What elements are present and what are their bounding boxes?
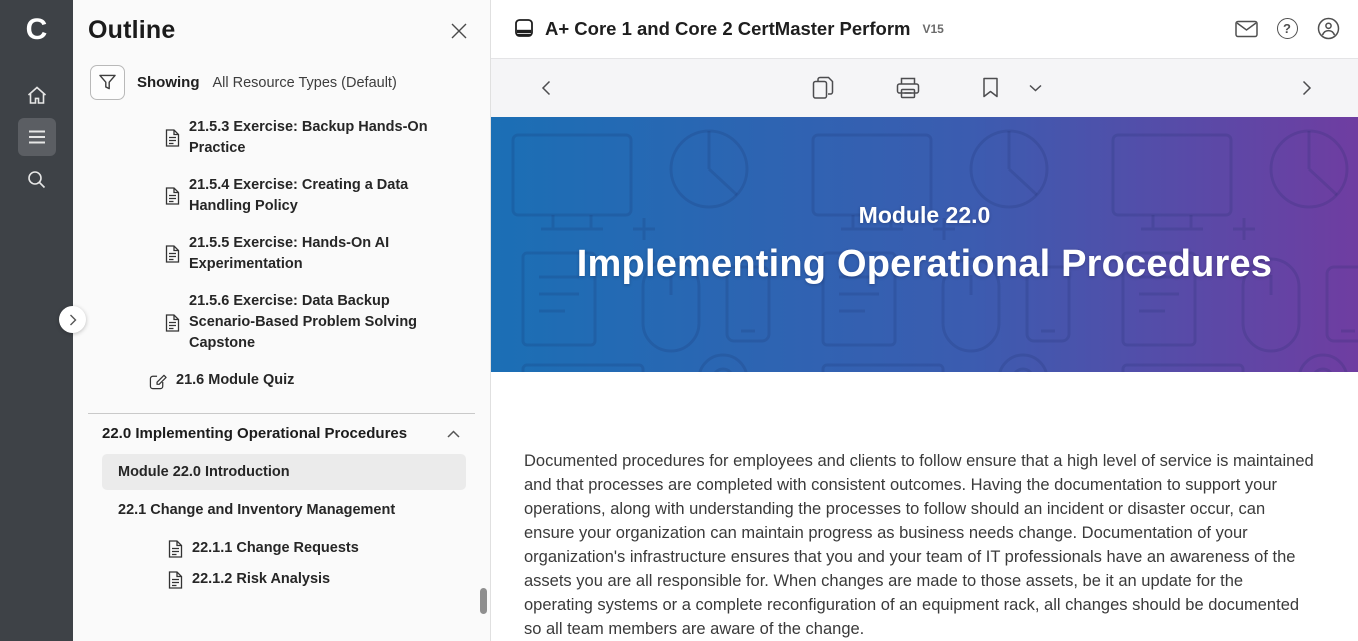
home-button[interactable] — [18, 76, 56, 114]
previous-page-button[interactable] — [535, 74, 557, 102]
filter-showing-label: Showing — [137, 74, 200, 91]
document-icon — [165, 129, 180, 147]
outline-item-label: 21.6 Module Quiz — [176, 370, 294, 391]
filter-funnel-icon — [98, 74, 117, 91]
document-icon — [168, 571, 183, 589]
hero-module-title: Implementing Operational Procedures — [577, 243, 1272, 286]
document-icon — [165, 314, 180, 332]
section-label: 22.0 Implementing Operational Procedures — [102, 425, 407, 442]
messages-button[interactable] — [1234, 17, 1258, 41]
outline-item-label: 21.5.6 Exercise: Data Backup Scenario-Ba… — [189, 291, 450, 354]
account-icon — [1317, 17, 1340, 40]
menu-icon — [28, 130, 46, 144]
outline-item-selected[interactable]: Module 22.0 Introduction — [102, 454, 466, 490]
bookmark-button[interactable] — [976, 71, 1005, 104]
hero-module-label: Module 22.0 — [859, 202, 991, 229]
close-icon — [450, 22, 468, 40]
bookmark-icon — [982, 77, 999, 98]
panel-collapse-handle[interactable] — [59, 306, 86, 333]
lesson-paragraph: Documented procedures for employees and … — [524, 449, 1316, 641]
chevron-right-icon — [69, 314, 77, 326]
document-icon — [168, 540, 183, 558]
chevron-down-icon — [1029, 84, 1042, 92]
document-icon — [165, 245, 180, 263]
filter-button[interactable] — [90, 65, 125, 100]
outline-item[interactable]: 22.1.1 Change Requests — [168, 538, 450, 559]
course-version-badge: V15 — [923, 22, 944, 36]
outline-item-label: 22.1.2 Risk Analysis — [192, 569, 330, 590]
outline-item-label: 22.1.1 Change Requests — [192, 538, 359, 559]
filter-value: All Resource Types (Default) — [213, 75, 397, 91]
outline-divider — [88, 413, 475, 414]
copy-icon — [812, 76, 834, 100]
main-area: A+ Core 1 and Core 2 CertMaster Perform … — [491, 0, 1358, 641]
brand-logo: C — [17, 10, 57, 50]
help-button[interactable]: ? — [1275, 17, 1299, 41]
filter-row: Showing All Resource Types (Default) — [90, 65, 490, 100]
outline-item-quiz[interactable]: 21.6 Module Quiz — [149, 370, 450, 391]
printer-icon — [896, 77, 920, 99]
search-button[interactable] — [18, 160, 56, 198]
module-hero-banner: Module 22.0 Implementing Operational Pro… — [491, 117, 1358, 372]
mail-icon — [1235, 20, 1258, 38]
rail-nav — [18, 76, 56, 198]
course-header: A+ Core 1 and Core 2 CertMaster Perform … — [491, 0, 1358, 59]
print-button[interactable] — [890, 71, 926, 105]
outline-item[interactable]: 22.1.2 Risk Analysis — [168, 569, 450, 590]
chevron-right-icon — [1302, 80, 1312, 96]
document-icon — [165, 187, 180, 205]
lesson-content: Documented procedures for employees and … — [491, 372, 1358, 641]
outline-list: 21.5.3 Exercise: Backup Hands-On Practic… — [73, 117, 490, 391]
outline-panel-title: Outline — [88, 16, 176, 45]
search-icon — [27, 170, 46, 189]
outline-item-label: 21.5.4 Exercise: Creating a Data Handlin… — [189, 175, 450, 217]
next-page-button[interactable] — [1296, 74, 1318, 102]
outline-item[interactable]: 21.5.6 Exercise: Data Backup Scenario-Ba… — [165, 291, 450, 354]
close-outline-button[interactable] — [450, 22, 468, 44]
bookmark-menu-button[interactable] — [1023, 78, 1048, 98]
help-icon: ? — [1277, 18, 1298, 39]
outline-panel: Outline Showing All Resource Types (Defa… — [73, 0, 491, 641]
outline-item-label: 21.5.3 Exercise: Backup Hands-On Practic… — [189, 117, 450, 159]
outline-item[interactable]: 21.5.5 Exercise: Hands-On AI Experimenta… — [165, 233, 450, 275]
chevron-left-icon — [541, 80, 551, 96]
chevron-up-icon — [447, 430, 460, 438]
home-icon — [27, 86, 47, 105]
outline-item-label: 21.5.5 Exercise: Hands-On AI Experimenta… — [189, 233, 450, 275]
outline-item[interactable]: 21.5.4 Exercise: Creating a Data Handlin… — [165, 175, 450, 217]
account-button[interactable] — [1316, 17, 1340, 41]
outline-scrollbar-thumb[interactable] — [480, 588, 487, 614]
section-children: Module 22.0 Introduction 22.1 Change and… — [73, 454, 490, 590]
quiz-edit-icon — [149, 372, 167, 390]
outline-item[interactable]: 22.1 Change and Inventory Management — [102, 490, 466, 528]
outline-toggle-button[interactable] — [18, 118, 56, 156]
app-window: C Outline — [0, 0, 1358, 641]
course-title: A+ Core 1 and Core 2 CertMaster Perform — [545, 18, 911, 40]
section-header-22[interactable]: 22.0 Implementing Operational Procedures — [102, 425, 460, 442]
outline-scrollbar — [480, 120, 488, 637]
copy-button[interactable] — [806, 70, 840, 106]
ebook-icon — [513, 17, 535, 41]
reader-toolbar — [491, 59, 1358, 117]
outline-item[interactable]: 21.5.3 Exercise: Backup Hands-On Practic… — [165, 117, 450, 159]
